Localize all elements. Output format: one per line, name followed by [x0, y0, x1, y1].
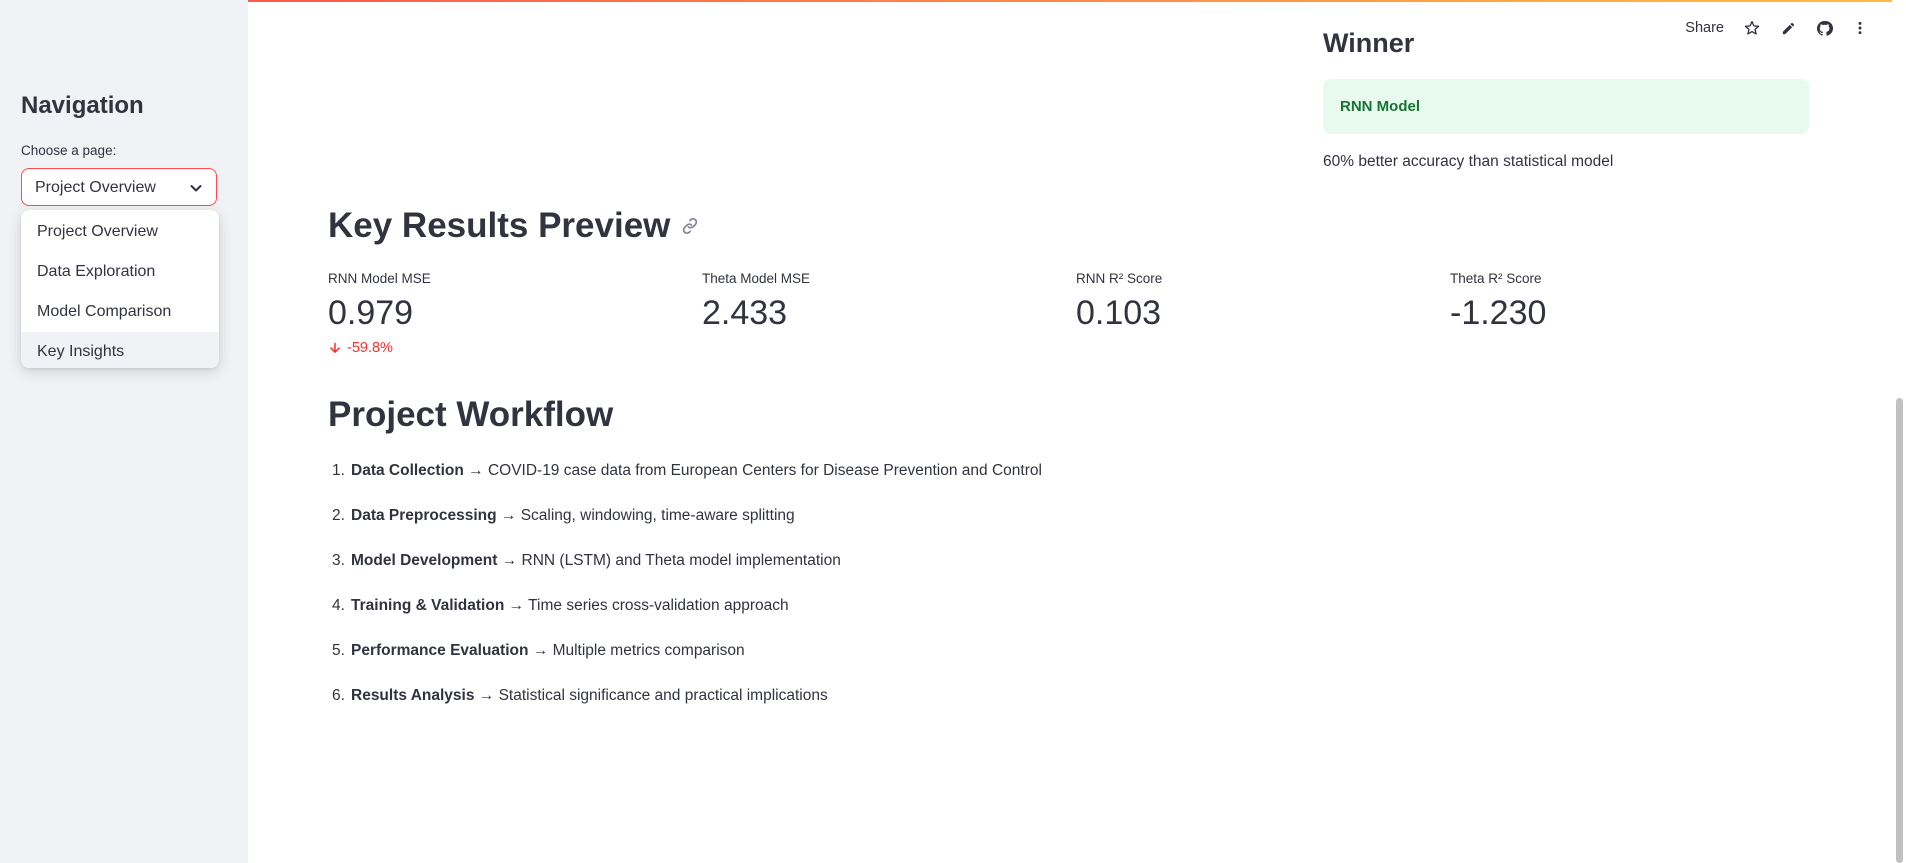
- metric-theta-r2: Theta R² Score -1.230: [1450, 271, 1780, 334]
- step-description: → COVID-19 case data from European Cente…: [463, 462, 1042, 479]
- list-number: 6.: [332, 687, 345, 704]
- more-vert-icon[interactable]: [1842, 16, 1878, 40]
- workflow-list: 1. Data Collection → COVID-19 case data f…: [332, 460, 1042, 730]
- edit-icon[interactable]: [1770, 16, 1806, 40]
- list-item: 5. Performance Evaluation → Multiple metr…: [332, 640, 1042, 685]
- metric-rnn-r2: RNN R² Score 0.103: [1076, 271, 1406, 334]
- list-number: 5.: [332, 642, 345, 659]
- step-name: Performance Evaluation: [351, 642, 529, 659]
- page-select[interactable]: Project Overview: [21, 168, 217, 206]
- step-description: → Scaling, windowing, time-aware splitti…: [496, 507, 795, 524]
- arrow-down-icon: [330, 342, 340, 353]
- link-icon[interactable]: [680, 216, 700, 236]
- list-item: 2. Data Preprocessing → Scaling, windowin…: [332, 505, 1042, 550]
- step-name: Model Development: [351, 552, 498, 569]
- list-item: 4. Training & Validation → Time series cr…: [332, 595, 1042, 640]
- page-select-value: Project Overview: [35, 179, 156, 196]
- page-select-dropdown: Project Overview Data Exploration Model …: [21, 210, 219, 368]
- chevron-down-icon: [190, 185, 202, 192]
- winner-success-box: RNN Model: [1323, 79, 1809, 134]
- page-select-label: Choose a page:: [21, 143, 117, 158]
- sidebar-title: Navigation: [21, 92, 144, 119]
- list-item: 3. Model Development → RNN (LSTM) and The…: [332, 550, 1042, 595]
- share-button[interactable]: Share: [1685, 20, 1724, 36]
- metric-delta: -59.8%: [328, 340, 658, 356]
- sidebar: Navigation Choose a page: Project Overvi…: [0, 0, 248, 863]
- metric-label: RNN Model MSE: [328, 271, 431, 286]
- step-name: Data Collection: [351, 462, 464, 479]
- option-project-overview[interactable]: Project Overview: [21, 212, 219, 252]
- metric-label: RNN R² Score: [1076, 271, 1163, 286]
- metric-label: Theta R² Score: [1450, 271, 1542, 286]
- key-results-heading: Key Results Preview: [328, 206, 700, 246]
- option-key-insights[interactable]: Key Insights: [21, 332, 219, 368]
- list-item: 1. Data Collection → COVID-19 case data f…: [332, 460, 1042, 505]
- metric-value: 2.433: [702, 294, 788, 332]
- step-name: Training & Validation: [351, 597, 505, 614]
- step-name: Data Preprocessing: [351, 507, 497, 524]
- metric-rnn-mse: RNN Model MSE 0.979 -59.8%: [328, 271, 658, 356]
- list-item: 6. Results Analysis → Statistical signifi…: [332, 685, 1042, 730]
- step-description: → Statistical significance and practical…: [474, 687, 828, 704]
- top-decoration-bar: [0, 0, 1906, 2]
- star-icon[interactable]: [1734, 16, 1770, 40]
- metric-value: 0.103: [1076, 294, 1162, 332]
- winner-note: 60% better accuracy than statistical mod…: [1323, 153, 1614, 170]
- step-name: Results Analysis: [351, 687, 475, 704]
- step-description: → Time series cross-validation approach: [504, 597, 789, 614]
- key-results-heading-text: Key Results Preview: [328, 206, 671, 245]
- step-description: → RNN (LSTM) and Theta model implementat…: [497, 552, 841, 569]
- step-description: → Multiple metrics comparison: [528, 642, 745, 659]
- metric-delta-value: -59.8%: [347, 340, 393, 356]
- metric-value: 0.979: [328, 294, 414, 332]
- header-toolbar: Share: [1685, 16, 1878, 40]
- winner-heading: Winner: [1323, 28, 1415, 58]
- metric-label: Theta Model MSE: [702, 271, 811, 286]
- option-model-comparison[interactable]: Model Comparison: [21, 292, 219, 332]
- scrollbar-track[interactable]: [1892, 0, 1906, 863]
- github-icon[interactable]: [1806, 16, 1842, 40]
- list-number: 1.: [332, 462, 345, 479]
- list-number: 2.: [332, 507, 345, 524]
- list-number: 4.: [332, 597, 345, 614]
- metric-value: -1.230: [1450, 294, 1547, 332]
- list-number: 3.: [332, 552, 345, 569]
- option-data-exploration[interactable]: Data Exploration: [21, 252, 219, 292]
- metric-theta-mse: Theta Model MSE 2.433: [702, 271, 1032, 334]
- workflow-heading: Project Workflow: [328, 395, 614, 434]
- scrollbar-thumb[interactable]: [1896, 398, 1903, 863]
